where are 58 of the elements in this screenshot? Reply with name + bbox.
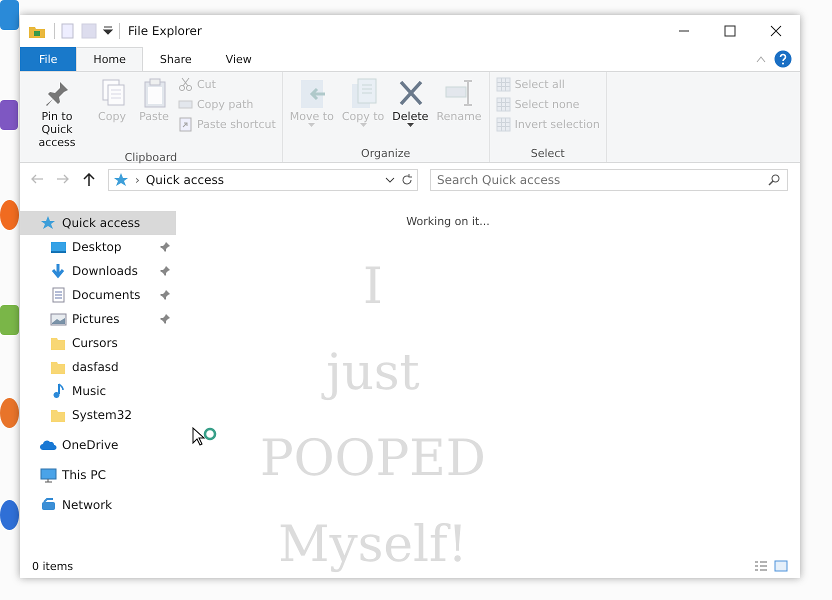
ribbon-button[interactable]: Delete — [389, 74, 432, 129]
nav-item[interactable]: Pictures — [20, 307, 176, 331]
search-icon — [768, 174, 780, 186]
dropdown-icon[interactable] — [385, 177, 395, 183]
details-view-icon[interactable] — [754, 560, 768, 572]
folder-icon — [50, 407, 67, 423]
ribbon-button[interactable]: Pin to Quick access — [24, 74, 90, 151]
desktop-icon[interactable] — [0, 100, 18, 130]
download-arrow-icon — [50, 263, 67, 279]
nav-item[interactable]: Music — [20, 379, 176, 403]
star-icon — [113, 172, 129, 188]
nav-item[interactable]: dasfasd — [20, 355, 176, 379]
nav-item[interactable]: Cursors — [20, 331, 176, 355]
maximize-icon[interactable] — [724, 25, 736, 37]
refresh-icon[interactable] — [401, 174, 413, 186]
grid-icon — [496, 97, 511, 112]
group-label: Select — [530, 147, 566, 162]
nav-item[interactable]: Desktop — [20, 235, 176, 259]
folder-icon — [50, 359, 67, 375]
grid-icon — [496, 77, 511, 92]
nav-item[interactable]: Quick access — [20, 211, 176, 235]
status-message: Working on it... — [405, 215, 491, 228]
desktop-icon[interactable] — [0, 398, 19, 428]
up-arrow-icon[interactable] — [82, 173, 96, 187]
search-field[interactable]: Search Quick access — [430, 169, 788, 191]
shortcut-icon — [178, 117, 193, 132]
nav-item[interactable]: This PC — [20, 463, 176, 487]
file-menu-tab[interactable]: File — [20, 47, 76, 71]
desktop-icon[interactable] — [0, 0, 19, 30]
scissors-icon — [178, 77, 193, 92]
group-label: Clipboard — [124, 151, 178, 166]
document-icon — [50, 287, 67, 303]
network-icon — [40, 497, 57, 513]
desktop-icon — [50, 239, 67, 255]
nav-item[interactable]: System32 — [20, 403, 176, 427]
address-bar[interactable]: › Quick access — [108, 169, 418, 191]
nav-item[interactable]: Network — [20, 493, 176, 517]
folder-icon — [50, 335, 67, 351]
help-icon[interactable] — [774, 50, 792, 68]
close-icon[interactable] — [770, 25, 782, 37]
dropdown-icon[interactable] — [103, 26, 113, 36]
desktop-icon[interactable] — [0, 200, 19, 230]
collapse-ribbon-icon[interactable] — [756, 55, 766, 63]
ribbon-tab[interactable]: Home — [76, 47, 143, 71]
window-title: File Explorer — [128, 24, 202, 38]
nav-item[interactable]: Documents — [20, 283, 176, 307]
large-icons-view-icon[interactable] — [774, 560, 788, 572]
grid-icon — [496, 117, 511, 132]
pictures-icon — [50, 311, 67, 327]
nav-item[interactable]: Downloads — [20, 259, 176, 283]
desktop-icon[interactable] — [0, 500, 19, 530]
group-label: Organize — [360, 147, 412, 162]
star-icon — [40, 215, 57, 231]
breadcrumb-separator[interactable]: › — [135, 173, 140, 187]
nav-item[interactable]: OneDrive — [20, 433, 176, 457]
computer-icon — [40, 467, 57, 483]
item-count: 0 items — [32, 560, 74, 572]
address-text[interactable]: Quick access — [146, 173, 224, 187]
